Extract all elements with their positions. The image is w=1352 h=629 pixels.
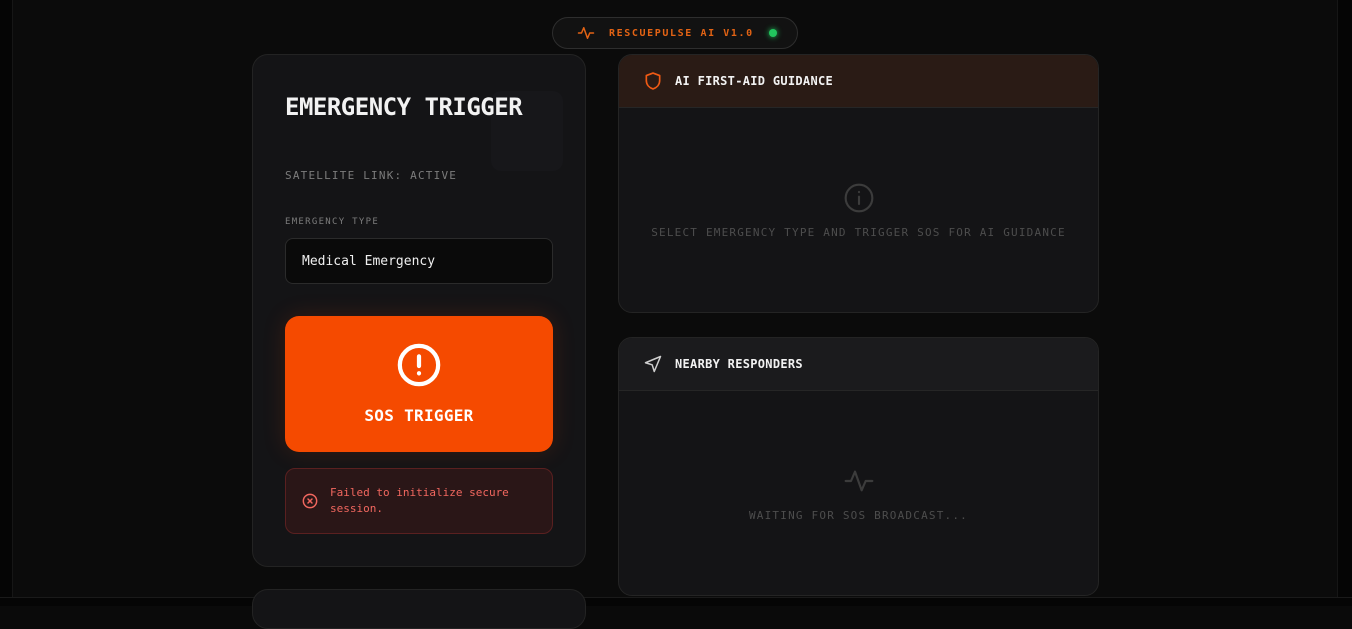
nearby-responders-panel: NEARBY RESPONDERS WAITING FOR SOS BROADC… [618,337,1099,596]
ai-guidance-panel: AI FIRST-AID GUIDANCE SELECT EMERGENCY T… [618,54,1099,313]
info-icon [844,183,873,213]
ai-guidance-title: AI FIRST-AID GUIDANCE [675,74,834,88]
sos-trigger-label: SOS TRIGGER [364,406,474,425]
alert-circle-icon [397,343,441,387]
window-edge-bottom [0,597,1352,606]
error-alert: Failed to initialize secure session. [285,468,553,534]
nearby-responders-placeholder: WAITING FOR SOS BROADCAST... [748,509,969,522]
emergency-type-select[interactable]: Medical Emergency [285,238,553,284]
shield-icon [645,72,661,90]
error-x-circle-icon [302,493,318,509]
secondary-card [252,589,586,629]
emergency-type-value: Medical Emergency [302,253,436,269]
window-edge-left [0,0,13,606]
app-status-pill: RESCUEPULSE AI V1.0 [552,17,798,49]
error-message: Failed to initialize secure session. [330,486,509,515]
pulse-icon [844,470,873,492]
window-edge-right [1337,0,1352,606]
nearby-responders-title: NEARBY RESPONDERS [675,357,803,371]
satellite-status: SATELLITE LINK: ACTIVE [285,169,458,182]
sos-trigger-button[interactable]: SOS TRIGGER [285,316,553,452]
nearby-responders-header: NEARBY RESPONDERS [619,338,1098,391]
emergency-trigger-card: EMERGENCY TRIGGER SATELLITE LINK: ACTIVE… [252,54,586,567]
ai-guidance-body: SELECT EMERGENCY TYPE AND TRIGGER SOS FO… [619,108,1098,312]
card-title: EMERGENCY TRIGGER [285,93,523,121]
online-status-dot [769,29,777,37]
navigation-icon [644,355,662,373]
app-viewport: RESCUEPULSE AI V1.0 EMERGENCY TRIGGER SA… [0,0,1352,629]
ai-guidance-header: AI FIRST-AID GUIDANCE [619,55,1098,108]
pulse-icon [577,27,595,39]
emergency-type-label: EMERGENCY TYPE [285,217,380,227]
ai-guidance-placeholder: SELECT EMERGENCY TYPE AND TRIGGER SOS FO… [651,226,1066,239]
app-title: RESCUEPULSE AI V1.0 [609,27,754,39]
nearby-responders-body: WAITING FOR SOS BROADCAST... [619,391,1098,595]
